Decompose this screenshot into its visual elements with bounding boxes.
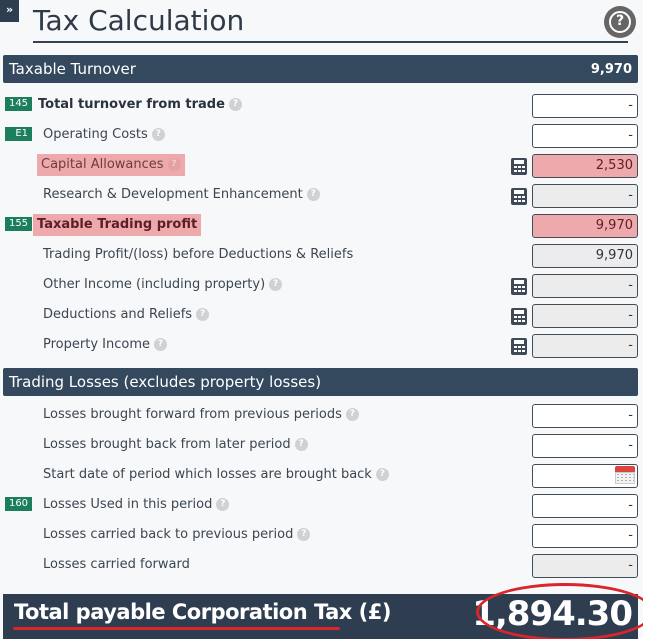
losses-brought-back-input[interactable]: - [532,434,638,458]
calculator-icon[interactable] [511,338,527,355]
help-icon[interactable]: ? [151,128,165,141]
row-operating-costs: E1 Operating Costs? - [0,121,643,151]
help-icon[interactable]: ? [196,308,210,321]
taxable-trading-profit-field: 9,970 [532,214,638,238]
section-title: Trading Losses (excludes property losses… [9,373,322,391]
section-taxable-turnover: Taxable Turnover 9,970 [3,55,638,83]
losses-carried-forward-field: - [532,554,638,578]
help-button[interactable]: ? [604,6,636,38]
row-label: Losses brought forward from previous per… [39,404,363,426]
expand-panel-button[interactable]: » [0,0,19,22]
label-text: Start date of period which losses are br… [43,467,372,482]
row-rd-enhancement: Research & Development Enhancement? - [0,181,643,211]
calculator-icon[interactable] [511,308,527,325]
calculator-icon[interactable] [511,188,527,205]
row-losses-used: 160 Losses Used in this period? - [0,491,643,521]
row-label: Deductions and Reliefs? [39,304,213,326]
help-icon[interactable]: ? [297,528,311,541]
label-text: Losses carried back to previous period [43,527,294,542]
row-label: Research & Development Enhancement? [39,184,324,206]
help-icon[interactable]: ? [269,278,283,291]
property-income-field: - [532,334,638,358]
operating-costs-input[interactable]: - [532,124,638,148]
row-label: Losses carried back to previous period? [39,524,314,546]
help-icon[interactable]: ? [294,438,308,451]
capital-allowances-input[interactable]: 2,530 [532,154,638,178]
help-icon[interactable]: ? [153,338,167,351]
help-icon[interactable]: ? [167,158,181,171]
section-trading-losses: Trading Losses (excludes property losses… [3,368,638,396]
label-text: Operating Costs [43,127,148,142]
box-badge: 160 [5,497,32,511]
row-losses-carried-forward: Losses carried forward - [0,551,643,581]
row-label: Property Income? [39,334,171,356]
row-losses-brought-back: Losses brought back from later period? - [0,431,643,461]
total-payable-bar: Total payable Corporation Tax (£) 1,894.… [3,594,638,639]
losses-carried-back-input[interactable]: - [532,524,638,548]
row-trading-profit-before-deductions: Trading Profit/(loss) before Deductions … [0,241,643,271]
row-label: Start date of period which losses are br… [39,464,393,486]
rd-enhancement-field: - [532,184,638,208]
annotation-underline [13,627,340,630]
label-text: Other Income (including property) [43,277,266,292]
row-losses-brought-forward: Losses brought forward from previous per… [0,401,643,431]
tax-calculation-page: » Tax Calculation ? Taxable Turnover 9,9… [0,0,643,639]
help-icon[interactable]: ? [375,468,389,481]
losses-used-input[interactable]: - [532,494,638,518]
label-text: Property Income [43,337,150,352]
label-text: Losses brought back from later period [43,437,291,452]
calculator-icon[interactable] [511,158,527,175]
row-deductions-reliefs: Deductions and Reliefs? - [0,301,643,331]
row-start-date-losses-brought-back: Start date of period which losses are br… [0,461,643,491]
question-icon: ? [609,11,631,33]
other-income-field: - [532,274,638,298]
row-taxable-trading-profit: 155 Taxable Trading profit 9,970 [0,211,643,241]
row-label: Losses brought back from later period? [39,434,312,456]
page-title: Tax Calculation [33,4,245,37]
row-label: Taxable Trading profit [33,214,202,236]
box-badge: 145 [5,97,32,111]
row-label: Total turnover from trade? [34,94,246,116]
trading-profit-before-deductions-field: 9,970 [532,244,638,268]
help-icon[interactable]: ? [216,498,230,511]
label-text: Losses Used in this period [43,497,213,512]
deductions-reliefs-field: - [532,304,638,328]
row-other-income: Other Income (including property)? - [0,271,643,301]
row-label: Other Income (including property)? [39,274,286,296]
label-text: Research & Development Enhancement [43,187,303,202]
label-text: Total turnover from trade [38,97,225,112]
row-property-income: Property Income? - [0,331,643,361]
calculator-icon[interactable] [511,278,527,295]
row-total-turnover: 145 Total turnover from trade? - [0,91,643,121]
row-losses-carried-back: Losses carried back to previous period? … [0,521,643,551]
title-divider [33,41,628,43]
label-text: Losses brought forward from previous per… [43,407,342,422]
box-badge: E1 [5,127,32,141]
losses-brought-forward-input[interactable]: - [532,404,638,428]
page-margin [643,0,660,639]
help-icon[interactable]: ? [345,408,359,421]
row-label: Operating Costs? [39,124,169,146]
calendar-icon[interactable] [615,464,635,484]
label-text: Deductions and Reliefs [43,307,193,322]
row-label: Losses Used in this period? [39,494,233,516]
section-title: Taxable Turnover [9,60,136,78]
label-text: Capital Allowances [41,157,164,172]
help-icon[interactable]: ? [228,98,242,111]
row-label: Losses carried forward [43,557,190,572]
row-label: Capital Allowances? [37,154,185,176]
row-label: Trading Profit/(loss) before Deductions … [43,247,354,262]
section-total: 9,970 [590,61,632,77]
total-value: 1,894.30 [472,594,633,634]
box-badge: 155 [5,217,32,231]
row-capital-allowances: Capital Allowances? 2,530 [0,151,643,181]
total-turnover-input[interactable]: - [532,94,638,118]
help-icon[interactable]: ? [306,188,320,201]
total-label: Total payable Corporation Tax (£) [14,600,391,624]
